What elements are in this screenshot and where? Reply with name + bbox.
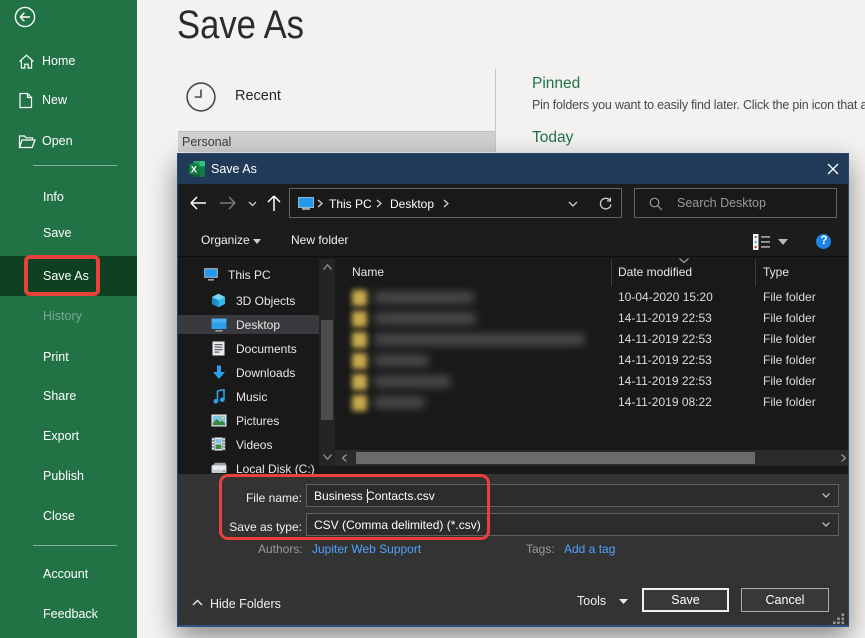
svg-text:X: X: [191, 165, 198, 176]
